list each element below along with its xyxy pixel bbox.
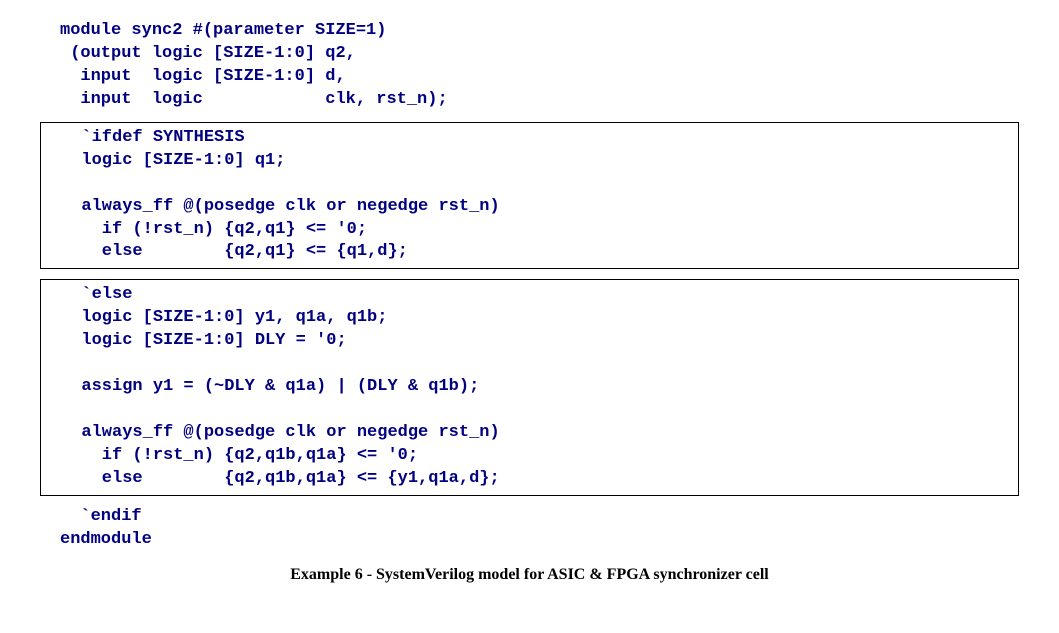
code-line: endmodule: [60, 530, 152, 549]
module-header: module sync2 #(parameter SIZE=1) (output…: [40, 20, 1019, 112]
code-line: logic [SIZE-1:0] DLY = '0;: [61, 331, 347, 350]
code-line: `else: [61, 285, 132, 304]
code-line: if (!rst_n) {q2,q1b,q1a} <= '0;: [61, 446, 418, 465]
code-line: input logic clk, rst_n);: [60, 90, 448, 109]
code-line: logic [SIZE-1:0] y1, q1a, q1b;: [61, 308, 387, 327]
figure-caption: Example 6 - SystemVerilog model for ASIC…: [40, 564, 1019, 586]
code-line: always_ff @(posedge clk or negedge rst_n…: [61, 197, 500, 216]
module-footer: `endif endmodule: [40, 506, 1019, 552]
else-code: `else logic [SIZE-1:0] y1, q1a, q1b; log…: [47, 284, 1012, 490]
code-line: module sync2 #(parameter SIZE=1): [60, 21, 386, 40]
code-line: logic [SIZE-1:0] q1;: [61, 151, 285, 170]
code-line: always_ff @(posedge clk or negedge rst_n…: [61, 423, 500, 442]
synthesis-code: `ifdef SYNTHESIS logic [SIZE-1:0] q1; al…: [47, 127, 1012, 265]
code-line: else {q2,q1b,q1a} <= {y1,q1a,d};: [61, 469, 500, 488]
code-line: if (!rst_n) {q2,q1} <= '0;: [61, 220, 367, 239]
code-line: input logic [SIZE-1:0] d,: [60, 67, 346, 86]
else-block: `else logic [SIZE-1:0] y1, q1a, q1b; log…: [40, 279, 1019, 495]
code-line: assign y1 = (~DLY & q1a) | (DLY & q1b);: [61, 377, 479, 396]
synthesis-block: `ifdef SYNTHESIS logic [SIZE-1:0] q1; al…: [40, 122, 1019, 270]
code-line: `ifdef SYNTHESIS: [61, 128, 245, 147]
code-line: (output logic [SIZE-1:0] q2,: [60, 44, 356, 63]
code-line: `endif: [60, 507, 142, 526]
code-line: else {q2,q1} <= {q1,d};: [61, 242, 408, 261]
